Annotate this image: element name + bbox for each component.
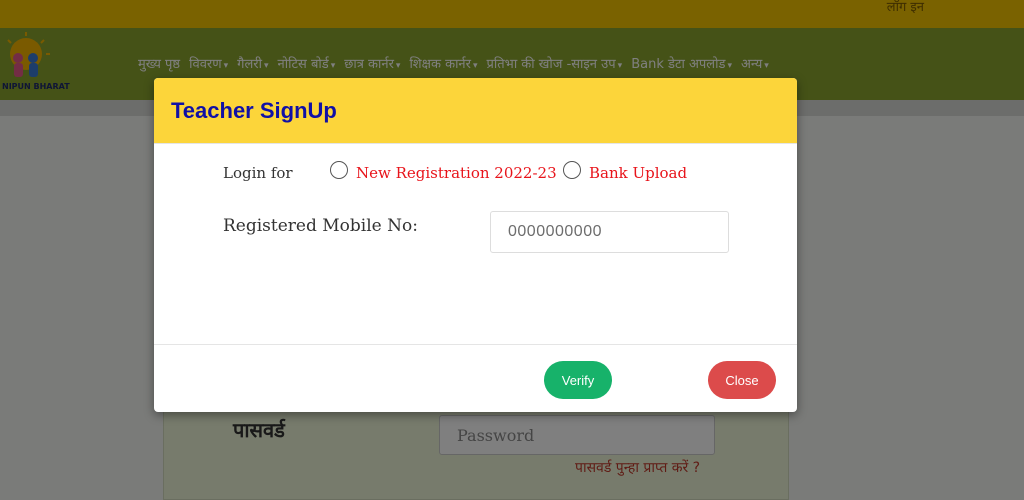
close-button[interactable]: Close <box>708 361 776 399</box>
bank-upload-radio[interactable] <box>563 161 581 179</box>
modal-footer: Verify Close <box>154 344 797 412</box>
modal-header: Teacher SignUp <box>154 78 797 144</box>
mobile-number-label: Registered Mobile No: <box>223 216 418 236</box>
bank-upload-label[interactable]: Bank Upload <box>589 164 687 182</box>
login-for-label: Login for <box>223 164 293 182</box>
teacher-signup-modal: Teacher SignUp Login for New Registratio… <box>154 78 797 412</box>
new-registration-label[interactable]: New Registration 2022-23 <box>356 164 557 182</box>
new-registration-radio[interactable] <box>330 161 348 179</box>
mobile-number-input[interactable] <box>490 211 729 253</box>
modal-title: Teacher SignUp <box>171 98 337 123</box>
verify-button[interactable]: Verify <box>544 361 612 399</box>
